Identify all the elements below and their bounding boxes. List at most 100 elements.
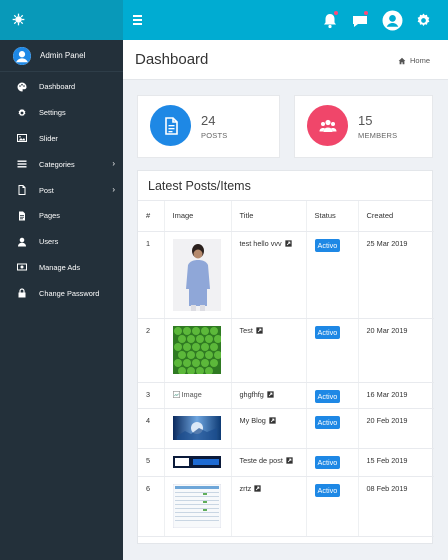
panel-title: Latest Posts/Items — [148, 179, 251, 193]
page-title: Dashboard — [135, 51, 209, 68]
post-title: ghgfhfg — [239, 389, 264, 399]
gear-icon — [16, 107, 27, 118]
page-header: Dashboard Home — [123, 40, 448, 80]
document-icon — [164, 116, 178, 135]
column-header: Image — [164, 201, 232, 232]
members-count: 15 — [358, 113, 373, 128]
user-icon — [16, 236, 27, 247]
post-thumbnail[interactable] — [172, 238, 221, 311]
status-badge[interactable]: Activo — [314, 389, 341, 403]
gear-icon[interactable] — [415, 12, 432, 29]
title-cell: My Blog — [231, 408, 307, 449]
posts-table: # Image Title Status Created 1 test hell… — [138, 201, 434, 537]
title-cell: Teste de post — [231, 448, 307, 477]
notification-dot — [334, 11, 338, 15]
home-icon — [398, 57, 406, 64]
money-icon — [16, 262, 27, 273]
logo-area[interactable] — [0, 0, 123, 40]
post-title: My Blog — [239, 415, 266, 425]
post-title-link[interactable]: ghgfhfg — [240, 390, 274, 399]
status-badge[interactable]: Activo — [314, 415, 341, 429]
post-title: Teste de post — [239, 455, 283, 465]
post-title-link[interactable]: Teste de post — [240, 456, 293, 465]
posts-stat-card: 24 POSTS — [137, 95, 280, 158]
created-date: 15 Feb 2019 — [358, 448, 434, 477]
palette-icon — [16, 81, 27, 92]
sidebar-item-label: Users — [39, 237, 59, 247]
sidebar-item-label: Dashboard — [39, 82, 76, 92]
sidebar-item-pages[interactable]: Pages — [0, 203, 123, 229]
post-title: test hello vvv — [239, 238, 282, 248]
breadcrumb[interactable]: Home — [398, 56, 430, 65]
chevron-right-icon: › — [112, 185, 115, 195]
external-link-icon — [285, 239, 292, 247]
table-row: 5 Teste de post Activo 15 Feb 2019 — [138, 448, 434, 477]
post-thumbnail[interactable] — [172, 325, 221, 374]
row-number: 1 — [138, 231, 165, 319]
table-row: 2 Test Activo 20 Mar 2019 — [138, 318, 434, 383]
post-title-link[interactable]: zrtz — [240, 484, 262, 493]
top-navbar — [0, 0, 448, 40]
row-number: 6 — [138, 476, 165, 537]
post-thumbnail[interactable] — [172, 455, 221, 468]
column-header: Title — [231, 201, 307, 232]
status-badge[interactable]: Activo — [314, 238, 341, 252]
sidebar-item-label: Categories — [39, 159, 75, 169]
chevron-right-icon: › — [112, 159, 115, 169]
sidebar-item-change-password[interactable]: Change Password — [0, 280, 123, 306]
row-number: 5 — [138, 448, 165, 477]
sidebar-item-slider[interactable]: Slider — [0, 126, 123, 152]
message-dot — [364, 11, 368, 15]
status-cell: Activo — [306, 231, 359, 319]
posts-count: 24 — [201, 113, 216, 128]
breadcrumb-home[interactable]: Home — [410, 56, 430, 65]
status-badge[interactable]: Activo — [314, 455, 341, 469]
sidebar-item-users[interactable]: Users — [0, 229, 123, 255]
table-row: 1 test hello vvv Activo 25 Mar 2019 — [138, 231, 434, 319]
status-cell: Activo — [306, 476, 359, 537]
post-title-link[interactable]: Test — [240, 326, 263, 335]
user-circle-icon[interactable] — [382, 10, 403, 31]
status-cell: Activo — [306, 382, 359, 409]
broken-image[interactable]: Image — [172, 389, 202, 399]
post-title-link[interactable]: My Blog — [240, 416, 276, 425]
sidebar-item-dashboard[interactable]: Dashboard — [0, 74, 123, 100]
title-cell: zrtz — [231, 476, 307, 537]
status-cell: Activo — [306, 408, 359, 449]
status-badge[interactable]: Activo — [314, 325, 341, 339]
created-date: 16 Mar 2019 — [358, 382, 434, 409]
sidebar-item-post[interactable]: Post › — [0, 177, 123, 203]
admin-profile[interactable]: Admin Panel — [0, 40, 123, 72]
image-alt-text: Image — [181, 389, 202, 399]
post-thumbnail[interactable] — [172, 483, 221, 528]
sidebar-item-label: Pages — [39, 211, 60, 221]
latest-posts-panel: Latest Posts/Items # Image Title Status … — [137, 170, 434, 544]
table-row: 6 zrtz Activo 08 Feb 2019 — [138, 476, 434, 537]
status-badge[interactable]: Activo — [314, 483, 341, 497]
table-header-row: # Image Title Status Created — [138, 201, 434, 232]
sidebar-nav: Dashboard Settings Slider Categories › P… — [0, 74, 123, 306]
image-cell — [164, 476, 232, 537]
status-cell: Activo — [306, 448, 359, 477]
logo-icon — [12, 13, 25, 26]
external-link-icon — [267, 390, 274, 398]
external-link-icon — [256, 326, 263, 334]
users-icon — [319, 119, 336, 132]
hamburger-icon[interactable] — [133, 15, 142, 25]
file-icon — [16, 185, 27, 196]
file-text-icon — [16, 210, 27, 221]
sidebar-item-settings[interactable]: Settings — [0, 100, 123, 126]
sidebar-item-manage-ads[interactable]: Manage Ads — [0, 255, 123, 281]
lock-icon — [16, 288, 27, 299]
title-cell: ghgfhfg — [231, 382, 307, 409]
post-thumbnail[interactable] — [172, 415, 221, 440]
members-stat-card: 15 MEMBERS — [294, 95, 433, 158]
posts-label: POSTS — [201, 131, 228, 140]
row-number: 3 — [138, 382, 165, 409]
members-label: MEMBERS — [358, 131, 398, 140]
row-number: 2 — [138, 318, 165, 383]
post-title-link[interactable]: test hello vvv — [240, 239, 292, 248]
post-title: Test — [239, 325, 253, 335]
sidebar-item-categories[interactable]: Categories › — [0, 151, 123, 177]
image-cell: Image — [164, 382, 232, 409]
